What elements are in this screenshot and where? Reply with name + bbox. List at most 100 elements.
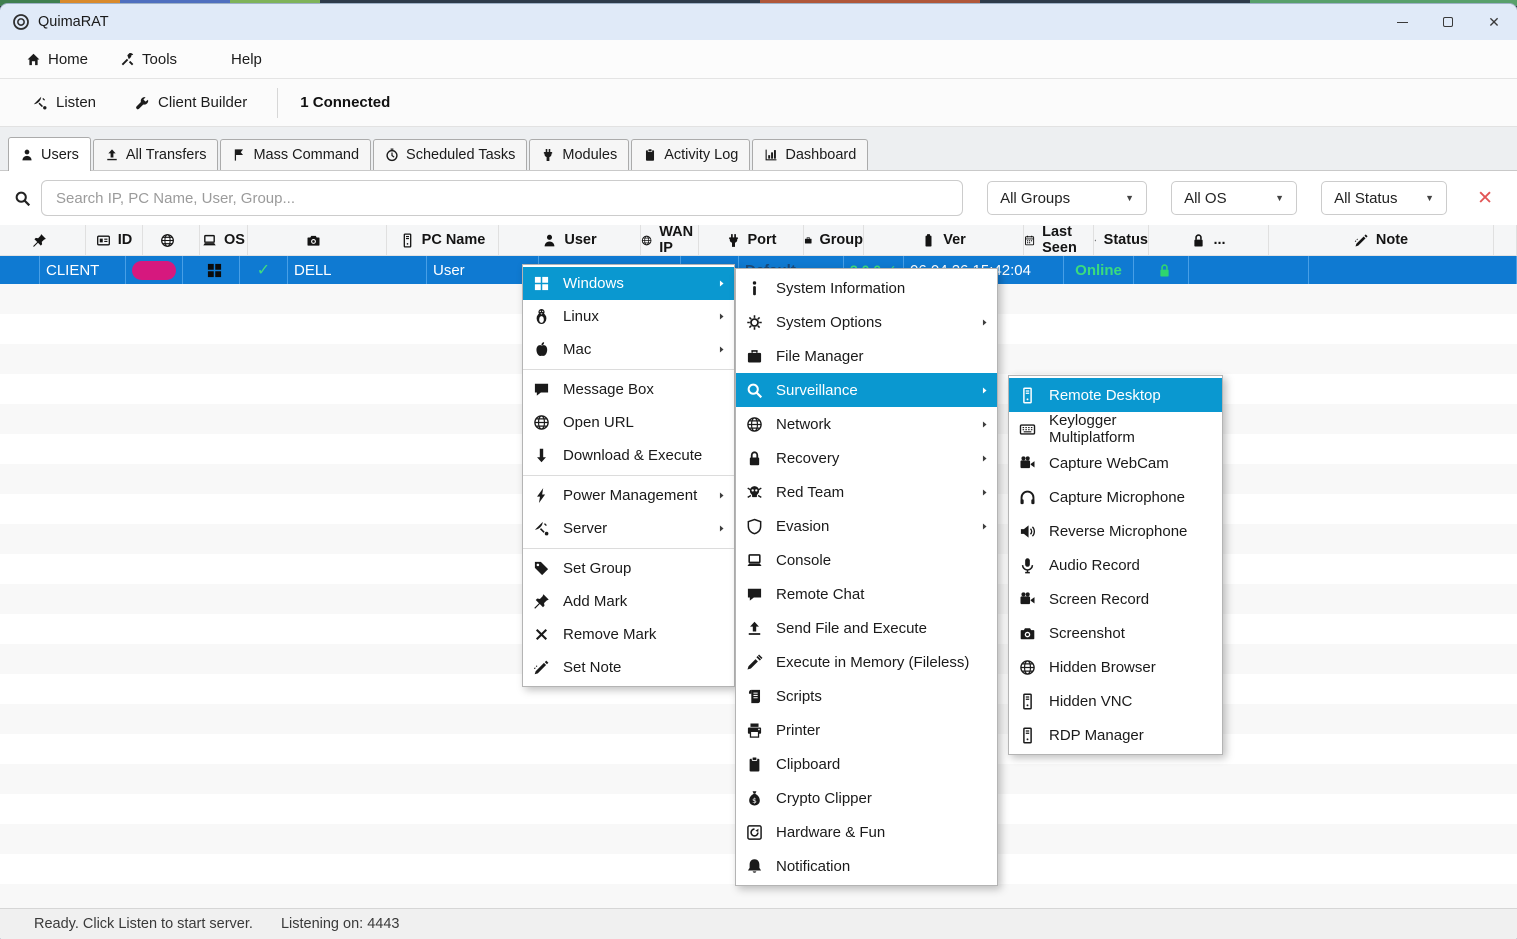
tab-dashboard[interactable]: Dashboard — [752, 139, 868, 170]
menu-item-add-mark[interactable]: Add Mark — [523, 585, 734, 618]
menu-item-server[interactable]: Server — [523, 512, 734, 545]
col-pin[interactable] — [0, 225, 86, 255]
col-note[interactable]: Note — [1269, 225, 1494, 255]
clipboard-icon — [643, 148, 657, 162]
menu-item-screenshot[interactable]: Screenshot — [1009, 616, 1222, 650]
status-filter-dropdown[interactable]: All Status ▼ — [1321, 181, 1447, 215]
menu-item-mac[interactable]: Mac — [523, 333, 734, 366]
close-button[interactable]: ✕ — [1471, 4, 1517, 40]
menu-home[interactable]: Home — [14, 45, 100, 74]
menu-item-label: Audio Record — [1049, 557, 1140, 574]
satellite-icon — [533, 520, 550, 537]
menu-item-send-file-execute[interactable]: Send File and Execute — [736, 611, 997, 645]
menu-item-label: Evasion — [776, 518, 829, 535]
tab-all-transfers[interactable]: All Transfers — [93, 139, 219, 170]
menu-item-red-team[interactable]: Red Team — [736, 475, 997, 509]
cell-id: CLIENT — [40, 256, 126, 284]
search-input[interactable] — [41, 180, 963, 216]
col-ver[interactable]: Ver — [864, 225, 1024, 255]
menu-item-windows[interactable]: Windows — [523, 267, 734, 300]
col-id[interactable]: ID — [86, 225, 143, 255]
menu-item-message-box[interactable]: Message Box — [523, 369, 734, 406]
menu-tools[interactable]: Tools — [108, 45, 189, 74]
col-filler[interactable] — [1494, 225, 1517, 255]
menu-item-evasion[interactable]: Evasion — [736, 509, 997, 543]
minimize-button[interactable] — [1379, 4, 1425, 40]
col-status[interactable]: Status — [1094, 225, 1149, 255]
menu-item-remove-mark[interactable]: Remove Mark — [523, 618, 734, 651]
clipboard-icon — [746, 756, 763, 773]
apple-icon — [533, 341, 550, 358]
menu-item-label: System Options — [776, 314, 882, 331]
client-builder-button[interactable]: Client Builder — [122, 86, 259, 119]
menu-item-capture-webcam[interactable]: Capture WebCam — [1009, 446, 1222, 480]
context-menu: Windows Linux Mac Message Box Open URL — [522, 264, 735, 687]
person-icon — [20, 148, 34, 162]
menu-item-console[interactable]: Console — [736, 543, 997, 577]
menu-item-crypto-clipper[interactable]: Crypto Clipper — [736, 781, 997, 815]
col-lock[interactable]: ... — [1149, 225, 1269, 255]
menu-item-download-execute[interactable]: Download & Execute — [523, 439, 734, 472]
tab-mass-command[interactable]: Mass Command — [220, 139, 371, 170]
menu-help[interactable]: Help — [197, 45, 274, 74]
menu-item-label: Server — [563, 520, 607, 537]
submenu-arrow-icon — [717, 524, 726, 533]
group-filter-dropdown[interactable]: All Groups ▼ — [987, 181, 1147, 215]
menu-item-scripts[interactable]: Scripts — [736, 679, 997, 713]
menu-item-printer[interactable]: Printer — [736, 713, 997, 747]
col-country[interactable] — [143, 225, 200, 255]
menu-item-execute-in-memory[interactable]: Execute in Memory (Fileless) — [736, 645, 997, 679]
menu-item-hidden-browser[interactable]: Hidden Browser — [1009, 650, 1222, 684]
menu-item-open-url[interactable]: Open URL — [523, 406, 734, 439]
tab-scheduled-tasks[interactable]: Scheduled Tasks — [373, 139, 527, 170]
menu-item-set-note[interactable]: Set Note — [523, 651, 734, 684]
col-user[interactable]: User — [499, 225, 641, 255]
menu-item-hardware-fun[interactable]: Hardware & Fun — [736, 815, 997, 849]
menu-item-keylogger-multiplatform[interactable]: Keylogger Multiplatform — [1009, 412, 1222, 446]
menu-item-linux[interactable]: Linux — [523, 300, 734, 333]
menu-item-remote-chat[interactable]: Remote Chat — [736, 577, 997, 611]
menubar-item-label: Home — [48, 51, 88, 68]
menu-item-label: Capture WebCam — [1049, 455, 1169, 472]
menu-item-hidden-vnc[interactable]: Hidden VNC — [1009, 684, 1222, 718]
tab-users[interactable]: Users — [8, 137, 91, 171]
tab-modules[interactable]: Modules — [529, 139, 629, 170]
col-camera[interactable] — [248, 225, 387, 255]
col-port[interactable]: Port — [699, 225, 804, 255]
submenu-arrow-icon — [980, 454, 989, 463]
menu-item-surveillance[interactable]: Surveillance — [736, 373, 997, 407]
os-filter-value: All OS — [1184, 190, 1227, 207]
menu-item-system-information[interactable]: System Information — [736, 271, 997, 305]
col-group[interactable]: Group — [804, 225, 864, 255]
menu-item-file-manager[interactable]: File Manager — [736, 339, 997, 373]
clear-filters-button[interactable]: ✕ — [1469, 185, 1501, 212]
scroll-icon — [746, 688, 763, 705]
tab-activity-log[interactable]: Activity Log — [631, 139, 750, 170]
col-wan-ip[interactable]: WAN IP — [641, 225, 699, 255]
maximize-button[interactable] — [1425, 4, 1471, 40]
menu-item-set-group[interactable]: Set Group — [523, 548, 734, 585]
menu-item-recovery[interactable]: Recovery — [736, 441, 997, 475]
menu-item-capture-microphone[interactable]: Capture Microphone — [1009, 480, 1222, 514]
col-pc-name[interactable]: PC Name — [387, 225, 499, 255]
menu-item-network[interactable]: Network — [736, 407, 997, 441]
menu-item-notification[interactable]: Notification — [736, 849, 997, 883]
menu-item-label: Red Team — [776, 484, 844, 501]
os-filter-dropdown[interactable]: All OS ▼ — [1171, 181, 1297, 215]
menu-item-power-management[interactable]: Power Management — [523, 475, 734, 512]
menu-item-rdp-manager[interactable]: RDP Manager — [1009, 718, 1222, 752]
col-os[interactable]: OS — [200, 225, 248, 255]
menu-item-screen-record[interactable]: Screen Record — [1009, 582, 1222, 616]
menu-item-audio-record[interactable]: Audio Record — [1009, 548, 1222, 582]
menu-item-remote-desktop[interactable]: Remote Desktop — [1009, 378, 1222, 412]
menu-item-clipboard[interactable]: Clipboard — [736, 747, 997, 781]
menu-item-reverse-microphone[interactable]: Reverse Microphone — [1009, 514, 1222, 548]
menu-item-system-options[interactable]: System Options — [736, 305, 997, 339]
col-last-seen[interactable]: Last Seen — [1024, 225, 1094, 255]
windows-icon — [533, 275, 550, 292]
tab-label: Users — [41, 147, 79, 163]
note-icon — [1354, 233, 1369, 248]
menu-item-label: Hidden VNC — [1049, 693, 1132, 710]
menu-item-label: Send File and Execute — [776, 620, 927, 637]
listen-button[interactable]: Listen — [20, 86, 108, 119]
